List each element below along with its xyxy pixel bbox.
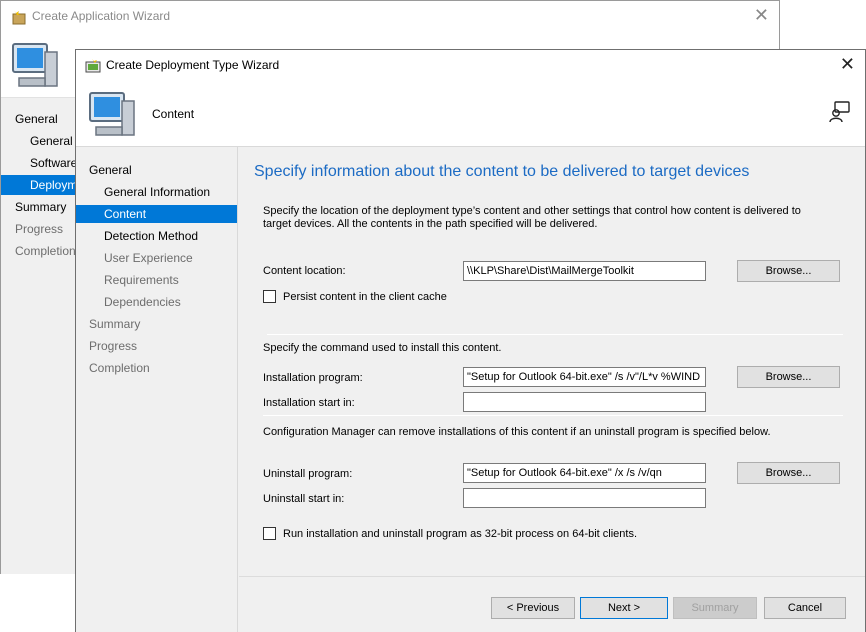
installation-program-label: Installation program: <box>263 372 363 384</box>
page-title: Content <box>152 107 195 121</box>
uninstall-program-browse-button[interactable]: Browse... <box>737 462 840 484</box>
back-nav-deployment-types[interactable]: Deploym <box>1 175 77 195</box>
install-section-label: Specify the command used to install this… <box>263 342 502 354</box>
create-deployment-type-wizard-window: Create Deployment Type Wizard ✕ Content … <box>75 49 866 632</box>
back-window-titlebar: Create Application Wizard ✕ <box>1 1 779 32</box>
uninstall-start-in-field[interactable] <box>463 488 706 508</box>
nav-general-information[interactable]: General Information <box>76 183 237 201</box>
uninstall-program-label: Uninstall program: <box>263 468 353 480</box>
nav-summary: Summary <box>89 317 141 331</box>
installation-program-browse-button[interactable]: Browse... <box>737 366 840 388</box>
content-panel: Specify information about the content to… <box>239 148 865 576</box>
persist-content-label: Persist content in the client cache <box>283 291 447 303</box>
uninstall-start-in-label: Uninstall start in: <box>263 493 345 505</box>
back-window-close-icon[interactable]: ✕ <box>754 6 769 24</box>
installation-start-in-field[interactable] <box>463 392 706 412</box>
uninstall-program-field[interactable]: "Setup for Outlook 64-bit.exe" /x /s /v/… <box>463 463 706 483</box>
back-nav-summary[interactable]: Summary <box>15 197 66 217</box>
wizard-body: Specify information about the content to… <box>237 146 865 632</box>
wizard-icon <box>85 59 101 73</box>
installation-program-field[interactable]: "Setup for Outlook 64-bit.exe" /s /v"/L*… <box>463 367 706 387</box>
back-nav-completion: Completion <box>15 244 76 258</box>
run-32bit-label: Run installation and uninstall program a… <box>283 528 638 540</box>
nav-content[interactable]: Content <box>76 205 237 223</box>
divider <box>267 334 843 335</box>
nav-requirements: Requirements <box>104 273 179 287</box>
nav-progress: Progress <box>89 339 138 353</box>
nav-general: General <box>89 163 132 177</box>
installation-start-in-label: Installation start in: <box>263 397 355 409</box>
content-location-field[interactable]: \\KLP\Share\Dist\MailMergeToolkit <box>463 261 706 281</box>
computer-icon <box>12 43 58 87</box>
content-location-label: Content location: <box>263 265 346 277</box>
next-button[interactable]: Next > <box>580 597 668 619</box>
cancel-button[interactable]: Cancel <box>764 597 846 619</box>
content-description: Specify the location of the deployment t… <box>263 205 801 230</box>
run-32bit-checkbox[interactable] <box>263 527 276 540</box>
nav-dependencies: Dependencies <box>104 295 181 309</box>
divider <box>263 415 843 416</box>
back-nav-software[interactable]: Software <box>30 153 77 173</box>
wizard-header: Content <box>76 81 865 146</box>
nav-user-experience: User Experience <box>104 251 193 265</box>
wizard-icon <box>12 10 26 25</box>
wizard-titlebar: Create Deployment Type Wizard ✕ <box>76 50 865 81</box>
close-icon[interactable]: ✕ <box>840 55 855 73</box>
nav-detection-method[interactable]: Detection Method <box>76 227 237 245</box>
back-nav-progress: Progress <box>15 222 64 236</box>
back-nav-general: General <box>15 112 58 126</box>
back-nav-general-information[interactable]: General I <box>30 131 79 151</box>
back-window-nav: General General I Software Deploym Summa… <box>1 97 79 574</box>
nav-completion: Completion <box>89 361 150 375</box>
wizard-nav: General General Information Content Dete… <box>76 146 237 632</box>
computer-icon <box>89 92 135 136</box>
uninstall-section-label: Configuration Manager can remove install… <box>263 426 771 438</box>
previous-button[interactable]: < Previous <box>491 597 575 619</box>
persist-content-checkbox[interactable] <box>263 290 276 303</box>
footer-divider <box>239 576 865 577</box>
summary-button: Summary <box>673 597 757 619</box>
page-heading: Specify information about the content to… <box>254 163 750 180</box>
content-location-browse-button[interactable]: Browse... <box>737 260 840 282</box>
help-person-icon[interactable] <box>829 101 851 123</box>
back-window-title: Create Application Wizard <box>32 9 171 23</box>
wizard-title: Create Deployment Type Wizard <box>106 58 280 72</box>
